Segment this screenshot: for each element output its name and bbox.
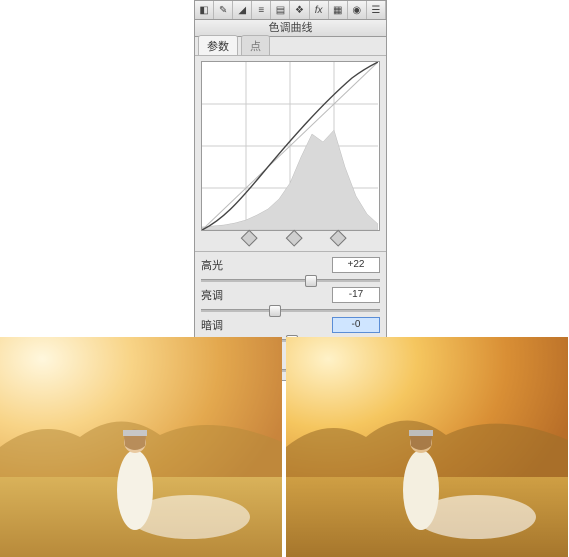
row-darks: 暗调 -0 (201, 317, 380, 333)
value-highlights[interactable]: +22 (332, 257, 380, 273)
value-darks[interactable]: -0 (332, 317, 380, 333)
tab-bar: 参数 点 (195, 37, 386, 56)
tab-point[interactable]: 点 (241, 35, 270, 55)
presets-icon[interactable]: ☰ (367, 1, 386, 19)
lens-icon[interactable]: ▦ (329, 1, 348, 19)
slider-lights[interactable] (201, 305, 380, 315)
comparison-photos (0, 337, 569, 557)
value-lights[interactable]: -17 (332, 287, 380, 303)
thumb-lights[interactable] (269, 305, 281, 317)
region-marker-mid[interactable] (285, 230, 302, 247)
slider-highlights[interactable] (201, 275, 380, 285)
fx-icon[interactable]: fx (310, 1, 329, 19)
tone-curve-panel: ◧ ✎ ◢ ≡ ▤ ❖ fx ▦ ◉ ☰ 色调曲线 参数 点 (194, 0, 387, 381)
region-marker-shadows[interactable] (240, 230, 257, 247)
region-split-row (201, 235, 380, 247)
panel-toolbar: ◧ ✎ ◢ ≡ ▤ ❖ fx ▦ ◉ ☰ (195, 1, 386, 20)
label-darks: 暗调 (201, 317, 235, 333)
row-highlights: 高光 +22 (201, 257, 380, 273)
region-marker-highlights[interactable] (330, 230, 347, 247)
label-highlights: 高光 (201, 257, 235, 273)
horizon-icon[interactable]: ≡ (252, 1, 271, 19)
wb-icon[interactable]: ◢ (233, 1, 252, 19)
curve-graph[interactable] (201, 61, 380, 231)
detail-icon[interactable]: ❖ (290, 1, 309, 19)
crop-icon[interactable]: ◧ (195, 1, 214, 19)
eyedropper-icon[interactable]: ✎ (214, 1, 233, 19)
photo-after (286, 337, 568, 557)
row-lights: 亮调 -17 (201, 287, 380, 303)
thumb-highlights[interactable] (305, 275, 317, 287)
photo-before (0, 337, 282, 557)
camera-icon[interactable]: ◉ (348, 1, 367, 19)
tab-parametric[interactable]: 参数 (198, 35, 238, 55)
label-lights: 亮调 (201, 287, 235, 303)
tone-icon[interactable]: ▤ (271, 1, 290, 19)
